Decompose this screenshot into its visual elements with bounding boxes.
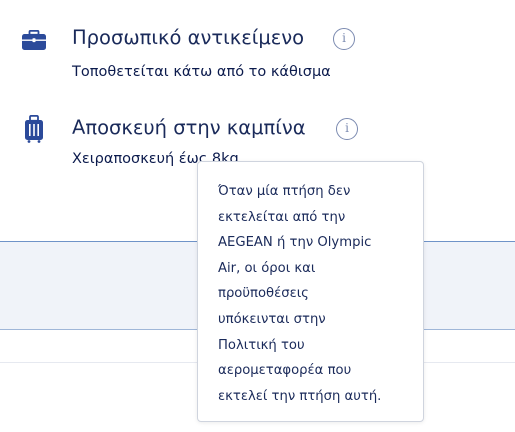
info-tooltip: Όταν μία πτήση δεν εκτελείται από την AE… (197, 161, 424, 422)
info-icon[interactable]: i (333, 28, 355, 50)
tooltip-text: Όταν μία πτήση δεν εκτελείται από την AE… (218, 184, 382, 404)
personal-item-row: Προσωπικό αντικείμενο i Τοποθετείται κάτ… (0, 0, 515, 100)
personal-item-subtitle: Τοποθετείται κάτω από το κάθισμα (72, 64, 331, 80)
trolley-luggage-icon (24, 114, 44, 147)
briefcase-icon (22, 29, 46, 54)
info-icon[interactable]: i (336, 118, 358, 140)
cabin-baggage-title: Αποσκευή στην καμπίνα (72, 116, 306, 139)
baggage-allowance-panel: Προσωπικό αντικείμενο i Τοποθετείται κάτ… (0, 0, 515, 432)
personal-item-title: Προσωπικό αντικείμενο (72, 26, 305, 49)
